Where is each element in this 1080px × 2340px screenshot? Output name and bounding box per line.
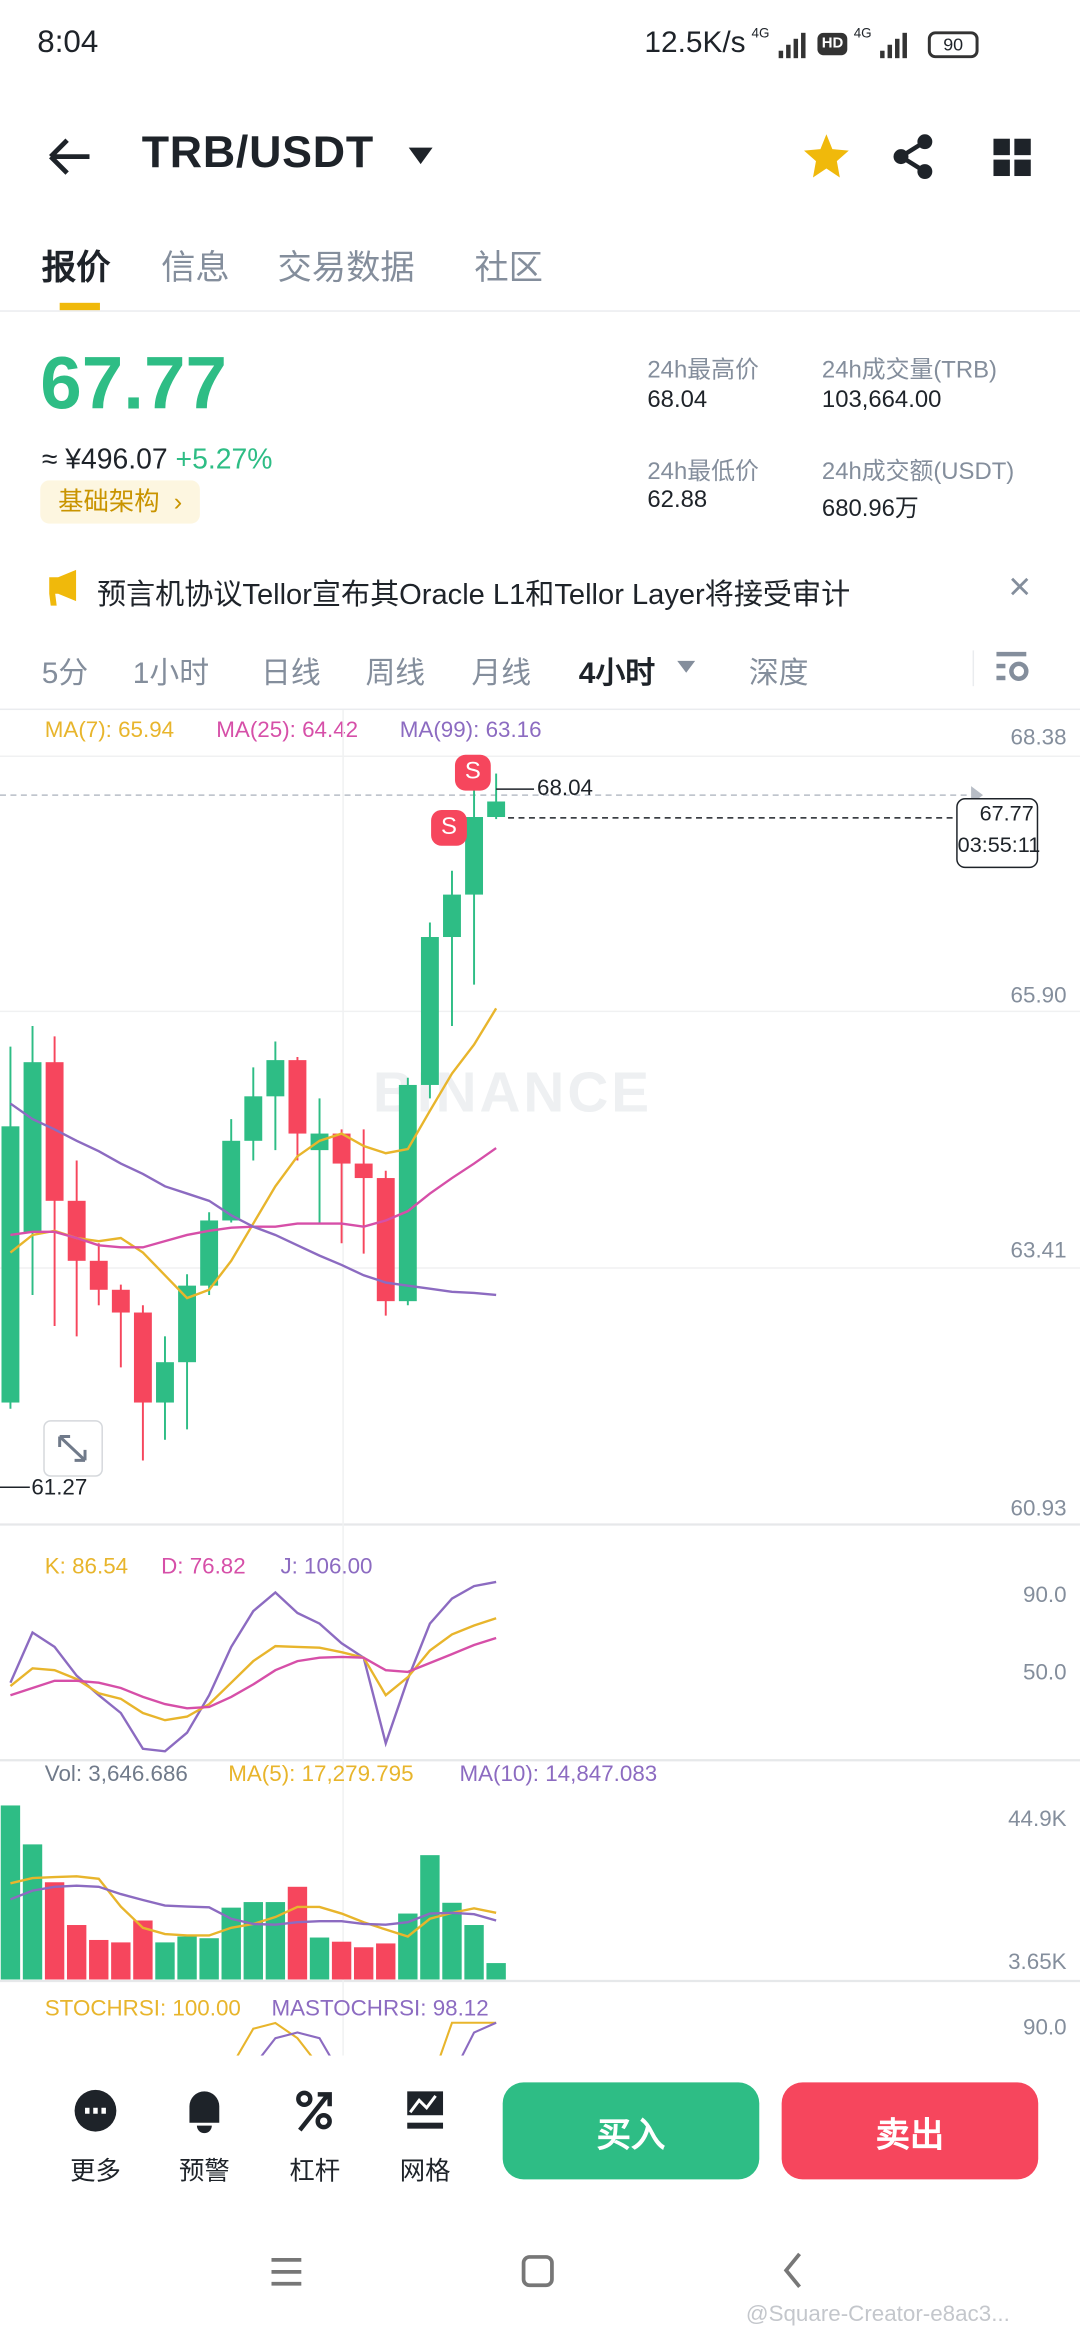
candle-up <box>398 1084 417 1302</box>
sell-signal-marker[interactable]: S <box>431 809 467 846</box>
last-price-box: 67.77 03:55:11 <box>956 798 1041 869</box>
volume-bar <box>199 1938 219 1980</box>
expand-icon <box>58 1435 87 1462</box>
margin-button[interactable]: 杠杆 <box>277 2088 352 2186</box>
percent-icon <box>296 2090 332 2132</box>
candle-up <box>23 1062 42 1233</box>
creator-watermark: @Square-Creator-e8ac3... <box>745 2301 1010 2328</box>
more-label: 更多 <box>70 2156 121 2186</box>
candle-up <box>156 1362 174 1403</box>
volume-bar <box>353 1947 374 1980</box>
volume-bar <box>111 1942 131 1980</box>
candle-up <box>487 801 506 818</box>
back-nav-icon[interactable] <box>779 2251 809 2290</box>
kdj-d-line <box>10 1636 497 1710</box>
volume-bar <box>66 1925 87 1980</box>
volume-bar <box>0 1805 21 1980</box>
candle-down <box>111 1289 130 1313</box>
kdj-k-line <box>9 1617 497 1722</box>
candle-down <box>288 1060 307 1134</box>
candle-up <box>443 894 461 938</box>
candle-down <box>67 1200 86 1261</box>
sell-button[interactable]: 卖出 <box>781 2082 1039 2180</box>
volume-bar <box>331 1941 352 1980</box>
more-icon <box>74 2089 117 2132</box>
home-nav-icon[interactable] <box>521 2254 557 2290</box>
candle-up <box>465 817 484 895</box>
volume-bar <box>243 1902 263 1980</box>
stochrsi-legend: STOCHRSI: 100.00 <box>44 1995 241 2022</box>
vol-legend: Vol: 3,646.686 <box>44 1761 188 1788</box>
margin-label: 杠杆 <box>289 2156 341 2186</box>
grid-trading-button[interactable]: 网格 <box>388 2088 463 2186</box>
sell-signal-marker[interactable]: S <box>454 754 491 791</box>
app-screen: 8:04 12.5K/s 4G HD 4G 90 TRB/USDT 报价 信息 … <box>0 0 1080 2340</box>
volume-bar <box>22 1844 43 1980</box>
grid-label: 网格 <box>399 2156 451 2186</box>
more-button[interactable]: 更多 <box>58 2088 133 2186</box>
kdj-d-legend: D: 76.82 <box>161 1554 246 1580</box>
alert-button[interactable]: 预警 <box>167 2088 242 2186</box>
fullscreen-button[interactable] <box>43 1420 103 1477</box>
stochrsi-y-tick: 90.0 <box>1023 2015 1067 2041</box>
volume-bar <box>44 1882 65 1980</box>
candle-up <box>222 1140 241 1221</box>
candle-up <box>244 1096 263 1141</box>
bell-icon <box>189 2091 220 2134</box>
candle-down <box>354 1163 373 1179</box>
volume-bar <box>89 1939 109 1980</box>
mastochrsi-legend: MASTOCHRSI: 98.12 <box>271 1995 489 2022</box>
candle-up <box>420 937 439 1085</box>
vol-ma5-legend: MA(5): 17,279.795 <box>228 1761 414 1788</box>
kdj-y-tick: 90.0 <box>1023 1582 1067 1609</box>
price-chart[interactable] <box>0 0 1080 2191</box>
volume-bar <box>309 1937 330 1980</box>
candle-down <box>89 1260 108 1290</box>
last-price-tag: 67.77 <box>979 802 1034 827</box>
low-marker-label: 61.27 <box>31 1475 88 1501</box>
kdj-k-legend: K: 86.54 <box>44 1554 129 1580</box>
volume-bar <box>155 1942 175 1980</box>
buy-button[interactable]: 买入 <box>502 2082 760 2180</box>
volume-bar <box>177 1936 197 1980</box>
candle-up <box>266 1060 285 1097</box>
volume-bar <box>376 1943 396 1980</box>
volume-bar <box>287 1886 308 1980</box>
vol-y-tick: 3.65K <box>1008 1949 1067 1976</box>
kdj-j-legend: J: 106.00 <box>280 1554 373 1580</box>
grid-trading-icon <box>407 2091 444 2129</box>
high-marker-label: 68.04 <box>537 775 594 802</box>
volume-bar <box>464 1925 484 1980</box>
candle-down <box>133 1312 152 1403</box>
candle-up <box>1 1126 20 1403</box>
volume-bar <box>486 1963 506 1980</box>
candles <box>0 773 984 2191</box>
candle-countdown: 03:55:11 <box>957 833 1041 858</box>
vol-ma10-legend: MA(10): 14,847.083 <box>459 1761 658 1788</box>
vol-y-tick: 44.9K <box>1008 1806 1067 1832</box>
alert-label: 预警 <box>179 2156 230 2186</box>
menu-nav-icon[interactable] <box>269 2255 305 2288</box>
kdj-y-tick: 50.0 <box>1023 1660 1067 1686</box>
